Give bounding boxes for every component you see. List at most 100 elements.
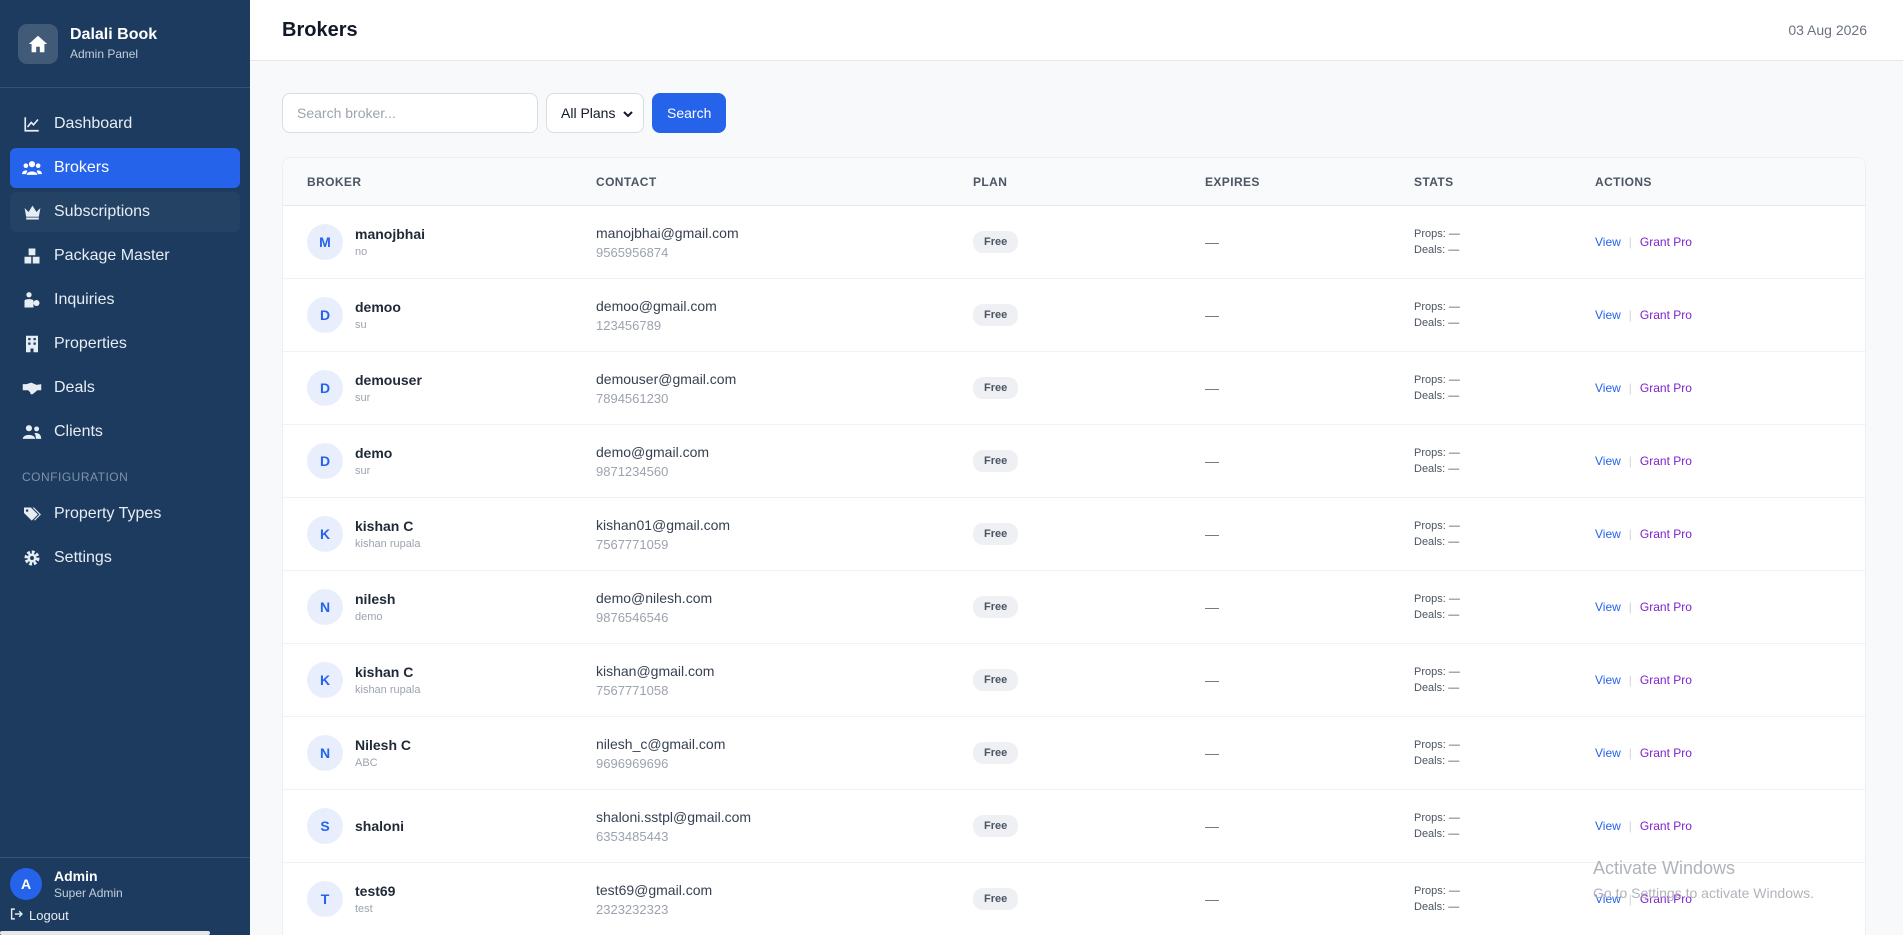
broker-avatar: M <box>307 224 343 260</box>
view-link[interactable]: View <box>1595 673 1621 687</box>
table-row: Ddemo sur demo@gmail.com 9871234560 Free — Pro… <box>283 425 1865 498</box>
broker-avatar: N <box>307 589 343 625</box>
broker-phone: 9696969696 <box>596 755 669 771</box>
logout-button[interactable]: Logout <box>10 908 240 923</box>
sidebar-item-brokers[interactable]: Brokers <box>10 148 240 188</box>
contact-cell: demo@nilesh.com 9876546546 <box>596 590 973 625</box>
stats-deals: Deals: — <box>1414 755 1460 767</box>
actions-cell: View | Grant Pro <box>1595 381 1865 395</box>
windows-activation-watermark: Activate Windows Go to Settings to activ… <box>1593 858 1814 901</box>
broker-cell: Mmanojbhai no <box>283 224 596 260</box>
boxes-icon <box>22 246 42 266</box>
user-name: Admin <box>54 868 98 884</box>
sidebar-item-label: Subscriptions <box>54 203 151 220</box>
broker-subtitle: kishan rupala <box>355 538 421 550</box>
chart-line-icon <box>22 114 42 134</box>
broker-subtitle: demo <box>355 611 383 623</box>
gear-icon <box>22 548 42 568</box>
stats-props: Props: — <box>1414 228 1460 240</box>
sidebar-item-settings[interactable]: Settings <box>10 538 240 578</box>
broker-avatar: N <box>307 735 343 771</box>
action-divider: | <box>1628 527 1632 541</box>
sidebar: Dalali Book Admin Panel Dashboard Broker… <box>0 0 250 935</box>
grant-pro-link[interactable]: Grant Pro <box>1640 235 1692 249</box>
view-link[interactable]: View <box>1595 381 1621 395</box>
view-link[interactable]: View <box>1595 235 1621 249</box>
logout-label: Logout <box>29 908 69 923</box>
broker-avatar: D <box>307 297 343 333</box>
view-link[interactable]: View <box>1595 746 1621 760</box>
broker-name: test69 <box>355 883 396 899</box>
sidebar-item-properties[interactable]: Properties <box>10 324 240 364</box>
grant-pro-link[interactable]: Grant Pro <box>1640 527 1692 541</box>
sidebar-item-clients[interactable]: Clients <box>10 412 240 452</box>
tags-icon <box>22 504 42 524</box>
broker-cell: Ttest69 test <box>283 881 596 917</box>
stats-deals: Deals: — <box>1414 390 1460 402</box>
column-header-actions: ACTIONS <box>1595 174 1652 189</box>
plan-badge: Free <box>973 304 1019 326</box>
broker-phone: 123456789 <box>596 317 662 333</box>
grant-pro-link[interactable]: Grant Pro <box>1640 673 1692 687</box>
table-row: Ddemouser sur demouser@gmail.com 7894561230… <box>283 352 1865 425</box>
broker-subtitle: no <box>355 246 368 258</box>
broker-avatar: D <box>307 443 343 479</box>
broker-subtitle: kishan rupala <box>355 684 421 696</box>
view-link[interactable]: View <box>1595 819 1621 833</box>
plan-filter-select[interactable]: All Plans <box>546 93 644 133</box>
sidebar-item-deals[interactable]: Deals <box>10 368 240 408</box>
broker-subtitle: sur <box>355 392 371 404</box>
plan-cell: Free <box>973 304 1205 326</box>
stats-cell: Props: — Deals: — <box>1414 737 1595 769</box>
search-button[interactable]: Search <box>652 93 727 133</box>
contact-cell: manojbhai@gmail.com 9565956874 <box>596 225 973 260</box>
broker-email: kishan@gmail.com <box>596 662 715 679</box>
broker-avatar: D <box>307 370 343 406</box>
watermark-subtitle: Go to Settings to activate Windows. <box>1593 885 1814 901</box>
plan-cell: Free <box>973 888 1205 910</box>
sidebar-item-label: Package Master <box>54 247 170 264</box>
plan-cell: Free <box>973 450 1205 472</box>
column-header-broker: BROKER <box>307 174 362 189</box>
expires-value: — <box>1205 380 1219 396</box>
sidebar-item-inquiries[interactable]: Inquiries <box>10 280 240 320</box>
user-profile: A Admin Super Admin Logout <box>0 857 250 935</box>
sidebar-item-package-master[interactable]: Package Master <box>10 236 240 276</box>
expires-value: — <box>1205 745 1219 761</box>
grant-pro-link[interactable]: Grant Pro <box>1640 746 1692 760</box>
sidebar-item-subscriptions[interactable]: Subscriptions <box>10 192 240 232</box>
avatar: A <box>10 868 42 900</box>
broker-subtitle: ABC <box>355 757 378 769</box>
broker-name: nilesh <box>355 591 396 607</box>
view-link[interactable]: View <box>1595 600 1621 614</box>
broker-name: demouser <box>355 372 422 388</box>
broker-phone: 6353485443 <box>596 828 669 844</box>
users-icon <box>22 158 42 178</box>
grant-pro-link[interactable]: Grant Pro <box>1640 600 1692 614</box>
stats-cell: Props: — Deals: — <box>1414 883 1595 915</box>
sidebar-item-property-types[interactable]: Property Types <box>10 494 240 534</box>
action-divider: | <box>1628 381 1632 395</box>
broker-phone: 2323232323 <box>596 901 669 917</box>
table-row: Sshaloni shaloni.sstpl@gmail.com 635348544… <box>283 790 1865 863</box>
sidebar-item-label: Dashboard <box>54 115 133 132</box>
horizontal-scrollbar[interactable] <box>0 931 210 935</box>
chevron-down-icon <box>623 105 633 121</box>
stats-cell: Props: — Deals: — <box>1414 372 1595 404</box>
view-link[interactable]: View <box>1595 308 1621 322</box>
grant-pro-link[interactable]: Grant Pro <box>1640 454 1692 468</box>
sidebar-item-dashboard[interactable]: Dashboard <box>10 104 240 144</box>
plan-cell: Free <box>973 377 1205 399</box>
plan-cell: Free <box>973 742 1205 764</box>
broker-cell: Kkishan C kishan rupala <box>283 516 596 552</box>
broker-avatar: K <box>307 662 343 698</box>
grant-pro-link[interactable]: Grant Pro <box>1640 819 1692 833</box>
search-input[interactable] <box>282 93 538 133</box>
view-link[interactable]: View <box>1595 454 1621 468</box>
grant-pro-link[interactable]: Grant Pro <box>1640 381 1692 395</box>
building-icon <box>22 334 42 354</box>
stats-deals: Deals: — <box>1414 901 1460 913</box>
broker-cell: Ddemoo su <box>283 297 596 333</box>
grant-pro-link[interactable]: Grant Pro <box>1640 308 1692 322</box>
view-link[interactable]: View <box>1595 527 1621 541</box>
